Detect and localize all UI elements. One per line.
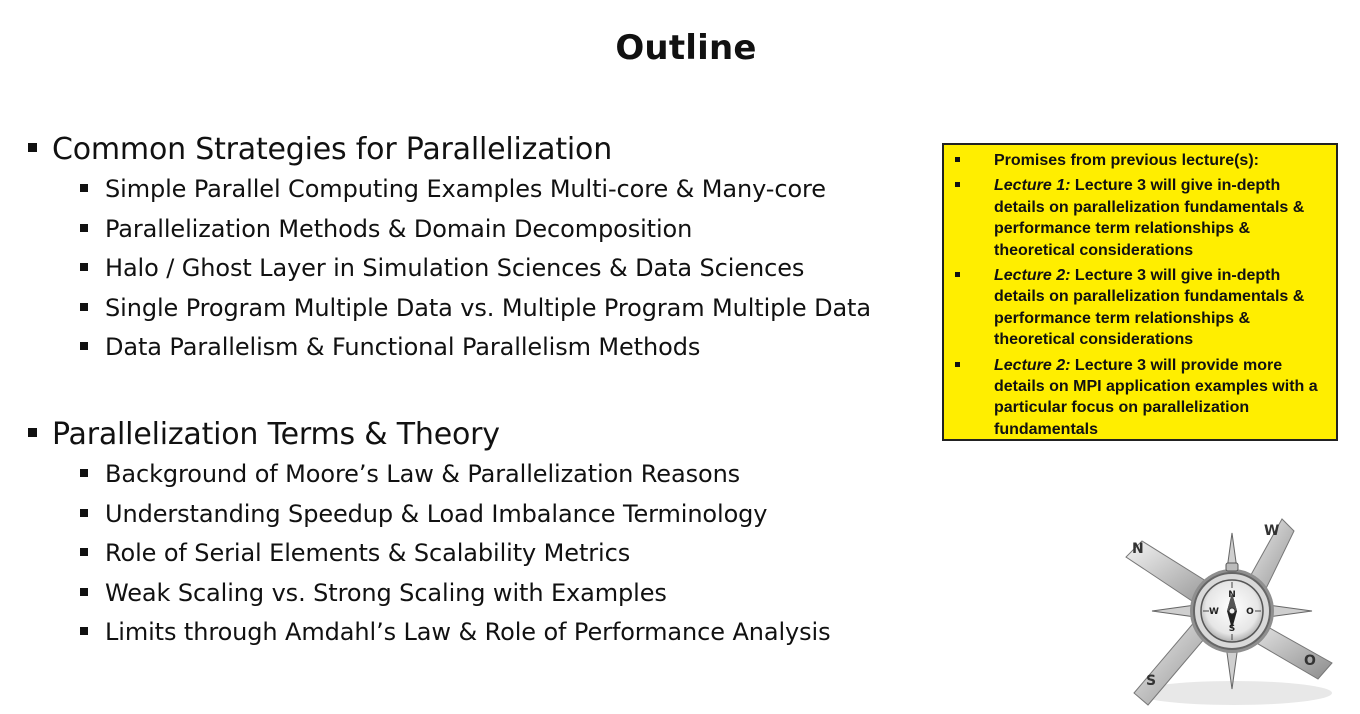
compass-letter: S bbox=[1146, 673, 1156, 689]
list-item: Single Program Multiple Data vs. Multipl… bbox=[80, 289, 928, 329]
square-bullet-icon bbox=[28, 427, 37, 437]
square-bullet-icon bbox=[28, 143, 37, 152]
list-item: Data Parallelism & Functional Parallelis… bbox=[80, 328, 928, 368]
square-bullet-icon bbox=[80, 223, 88, 232]
section-heading: Parallelization Terms & Theory bbox=[28, 415, 928, 455]
section-heading-text: Common Strategies for Parallelization bbox=[52, 132, 613, 167]
list-item-text: Role of Serial Elements & Scalability Me… bbox=[105, 539, 631, 568]
square-bullet-icon bbox=[955, 182, 960, 188]
outline-section-2: Parallelization Terms & Theory bbox=[28, 415, 928, 455]
square-bullet-icon bbox=[80, 587, 88, 596]
list-item: Simple Parallel Computing Examples Multi… bbox=[80, 170, 928, 210]
list-item: Background of Moore’s Law & Parallelizat… bbox=[80, 455, 928, 495]
section-2-items: Background of Moore’s Law & Parallelizat… bbox=[80, 455, 928, 653]
compass-letter: O bbox=[1304, 653, 1316, 669]
square-bullet-icon bbox=[955, 361, 960, 367]
square-bullet-icon bbox=[80, 302, 88, 311]
compass-letter: W bbox=[1264, 523, 1279, 539]
list-item-text: Data Parallelism & Functional Parallelis… bbox=[105, 333, 701, 362]
promise-lecture: Lecture 2: bbox=[994, 356, 1071, 374]
list-item: Understanding Speedup & Load Imbalance T… bbox=[80, 495, 928, 535]
square-bullet-icon bbox=[80, 342, 88, 351]
square-bullet-icon bbox=[80, 627, 88, 636]
promise-item: Lecture 2: Lecture 3 will give in-depth … bbox=[952, 265, 1328, 351]
list-item: Parallelization Methods & Domain Decompo… bbox=[80, 210, 928, 250]
square-bullet-icon bbox=[955, 272, 960, 278]
promises-box: Promises from previous lecture(s): Lectu… bbox=[942, 143, 1338, 441]
list-item-text: Limits through Amdahl’s Law & Role of Pe… bbox=[105, 618, 831, 647]
promise-lecture: Lecture 2: bbox=[994, 267, 1071, 285]
list-item: Halo / Ghost Layer in Simulation Science… bbox=[80, 249, 928, 289]
page-title: Outline bbox=[615, 28, 757, 68]
compass-icon: N S O W N O S W bbox=[1125, 518, 1333, 706]
list-item: Role of Serial Elements & Scalability Me… bbox=[80, 534, 928, 574]
promise-lecture: Lecture 1: bbox=[994, 177, 1071, 195]
list-item-text: Simple Parallel Computing Examples Multi… bbox=[105, 175, 826, 203]
list-item-text: Background of Moore’s Law & Parallelizat… bbox=[105, 459, 741, 488]
compass-letter: N bbox=[1132, 541, 1144, 557]
list-item-text: Parallelization Methods & Domain Decompo… bbox=[105, 214, 693, 243]
square-bullet-icon bbox=[80, 548, 88, 557]
promise-item: Lecture 1: Lecture 3 will give in-depth … bbox=[952, 175, 1328, 261]
outline: Common Strategies for Parallelization Si… bbox=[28, 130, 928, 653]
list-item-text: Single Program Multiple Data vs. Multipl… bbox=[105, 293, 871, 322]
square-bullet-icon bbox=[80, 468, 88, 477]
outline-section-1: Common Strategies for Parallelization bbox=[28, 130, 928, 170]
promises-heading: Promises from previous lecture(s): bbox=[952, 150, 1328, 171]
promises-heading-text: Promises from previous lecture(s): bbox=[994, 152, 1259, 169]
compass-letter: O bbox=[1246, 607, 1254, 617]
square-bullet-icon bbox=[80, 508, 88, 517]
compass-letter: W bbox=[1209, 607, 1219, 617]
section-1-items: Simple Parallel Computing Examples Multi… bbox=[80, 170, 928, 368]
square-bullet-icon bbox=[955, 157, 960, 162]
square-bullet-icon bbox=[80, 263, 88, 272]
promise-item: Lecture 2: Lecture 3 will provide more d… bbox=[952, 355, 1328, 441]
list-item-text: Weak Scaling vs. Strong Scaling with Exa… bbox=[105, 578, 667, 607]
list-item-text: Understanding Speedup & Load Imbalance T… bbox=[105, 499, 768, 528]
list-item-text: Halo / Ghost Layer in Simulation Science… bbox=[105, 254, 805, 283]
section-heading-text: Parallelization Terms & Theory bbox=[52, 416, 500, 452]
list-item: Limits through Amdahl’s Law & Role of Pe… bbox=[80, 613, 928, 653]
section-heading: Common Strategies for Parallelization bbox=[28, 130, 928, 170]
square-bullet-icon bbox=[80, 184, 88, 192]
list-item: Weak Scaling vs. Strong Scaling with Exa… bbox=[80, 574, 928, 614]
